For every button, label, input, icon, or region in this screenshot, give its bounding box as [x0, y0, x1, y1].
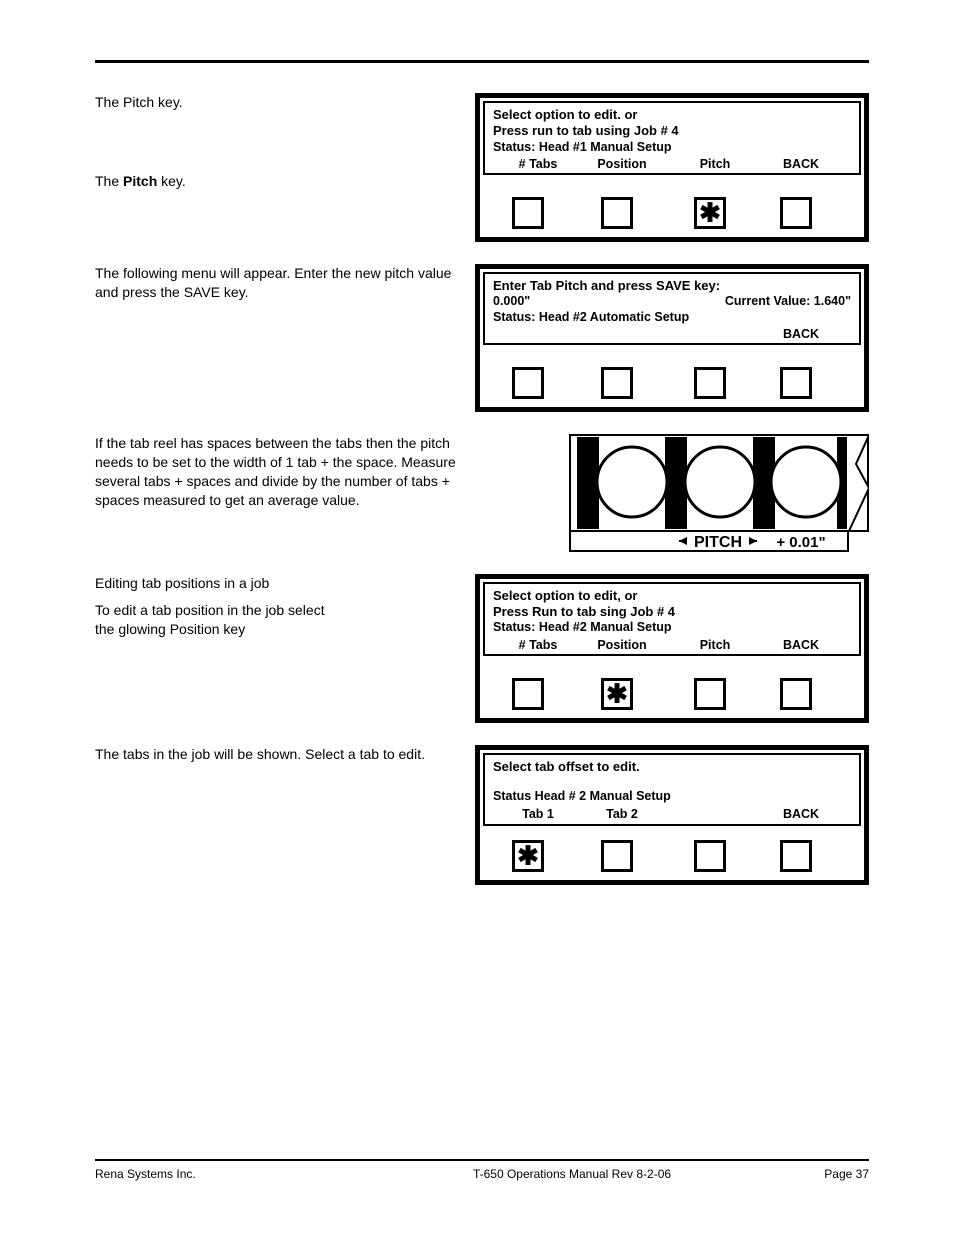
tab-offset-text: The tabs in the job will be shown. Selec… [95, 745, 475, 886]
diagram-offset-label: + 0.01" [776, 534, 825, 551]
pitch-diagram: PITCH + 0.01" [569, 434, 869, 552]
lcd1-line2: Press run to tab using Job # 4 [493, 123, 851, 139]
lcd3-buttons [480, 656, 864, 718]
lcd3-opt-tabs: # Tabs [493, 638, 575, 654]
lcd1-opt-back: BACK [761, 157, 841, 173]
lcd2-options: BACK [493, 327, 851, 343]
lcd-panel-1: Select option to edit. or Press run to t… [475, 93, 869, 242]
footer-left: Rena Systems Inc. [95, 1167, 355, 1181]
lcd2-line1: Enter Tab Pitch and press SAVE key: [493, 278, 851, 294]
pitch-word: Pitch [123, 173, 157, 189]
lcd1-btn-tabs[interactable] [512, 197, 544, 229]
lcd1-btn-position[interactable] [601, 197, 633, 229]
lcd-screen-2: Enter Tab Pitch and press SAVE key: 0.00… [483, 272, 861, 345]
footer-area: Rena Systems Inc. T-650 Operations Manua… [95, 1159, 869, 1181]
lcd-screen-3: Select option to edit, or Press Run to t… [483, 582, 861, 656]
lcd4-status: Status Head # 2 Manual Setup [493, 789, 851, 805]
edit-positions-l2: the glowing Position key [95, 620, 465, 639]
lcd4-options: Tab 1 Tab 2 BACK [493, 807, 851, 823]
row-pitch-intro: The Pitch key. The Pitch key. Select opt… [95, 93, 869, 242]
lcd3-btn-pitch[interactable] [694, 678, 726, 710]
pitch-average-text: If the tab reel has spaces between the t… [95, 434, 475, 552]
lcd2-btn-2[interactable] [601, 367, 633, 399]
lcd1-line1: Select option to edit. or [493, 107, 851, 123]
lcd2-btn-1[interactable] [512, 367, 544, 399]
lcd4-btn-tab1[interactable] [512, 840, 544, 872]
lcd1-opt-pitch: Pitch [669, 157, 761, 173]
lcd3-options: # Tabs Position Pitch BACK [493, 638, 851, 654]
footer: Rena Systems Inc. T-650 Operations Manua… [95, 1167, 869, 1181]
lcd2-btn-3[interactable] [694, 367, 726, 399]
lcd2-val-right: Current Value: 1.640" [725, 294, 851, 310]
edit-positions-head: Editing tab positions in a job [95, 574, 465, 593]
lcd3-btn-back[interactable] [780, 678, 812, 710]
lcd1-options: # Tabs Position Pitch BACK [493, 157, 851, 173]
lcd-screen-4: Select tab offset to edit. Status Head #… [483, 753, 861, 827]
diagram-pitch-label: PITCH [694, 534, 742, 551]
intro-text: The Pitch key. The Pitch key. [95, 93, 475, 242]
bottom-rule [95, 1159, 869, 1161]
lcd1-buttons [480, 175, 864, 237]
lcd1-btn-pitch[interactable] [694, 197, 726, 229]
lcd3-btn-position[interactable] [601, 678, 633, 710]
lcd2-status: Status: Head #2 Automatic Setup [493, 310, 851, 326]
lcd-panel-4: Select tab offset to edit. Status Head #… [475, 745, 869, 886]
lcd2-buttons [480, 345, 864, 407]
lcd4-opt-tab1: Tab 1 [493, 807, 575, 823]
lcd2-line2: 0.000" Current Value: 1.640" [493, 294, 851, 310]
lcd2-btn-back[interactable] [780, 367, 812, 399]
edit-positions-l1: To edit a tab position in the job select [95, 601, 465, 620]
lcd-panel-2: Enter Tab Pitch and press SAVE key: 0.00… [475, 264, 869, 412]
lcd4-line1: Select tab offset to edit. [493, 759, 851, 775]
lcd1-opt-tabs: # Tabs [493, 157, 575, 173]
lcd3-status: Status: Head #2 Manual Setup [493, 620, 851, 636]
lcd-screen-1: Select option to edit. or Press run to t… [483, 101, 861, 175]
lcd3-line1: Select option to edit, or [493, 588, 851, 604]
intro-note: The Pitch key. [95, 93, 465, 112]
enter-pitch-text: The following menu will appear. Enter th… [95, 264, 475, 412]
lcd4-opt-back: BACK [761, 807, 841, 823]
lcd3-opt-pitch: Pitch [669, 638, 761, 654]
lcd3-opt-position: Position [575, 638, 669, 654]
lcd1-status: Status: Head #1 Manual Setup [493, 140, 851, 156]
row-enter-pitch: The following menu will appear. Enter th… [95, 264, 869, 412]
footer-right: Page 37 [789, 1167, 869, 1181]
lcd3-opt-back: BACK [761, 638, 841, 654]
edit-positions-text: Editing tab positions in a job To edit a… [95, 574, 475, 723]
lcd4-btn-3[interactable] [694, 840, 726, 872]
lcd3-line2: Press Run to tab sing Job # 4 [493, 604, 851, 620]
lcd2-opt-back: BACK [761, 327, 841, 343]
lcd4-btn-back[interactable] [780, 840, 812, 872]
page: The Pitch key. The Pitch key. Select opt… [0, 0, 954, 1235]
lcd3-btn-tabs[interactable] [512, 678, 544, 710]
footer-center: T-650 Operations Manual Rev 8-2-06 [355, 1167, 789, 1181]
row-edit-positions: Editing tab positions in a job To edit a… [95, 574, 869, 723]
lcd1-opt-position: Position [575, 157, 669, 173]
top-rule [95, 60, 869, 63]
lcd1-btn-back[interactable] [780, 197, 812, 229]
lcd2-val-left: 0.000" [493, 294, 530, 310]
row-pitch-diagram: If the tab reel has spaces between the t… [95, 434, 869, 552]
lcd-panel-3: Select option to edit, or Press Run to t… [475, 574, 869, 723]
lcd4-buttons [480, 826, 864, 880]
lcd4-opt-tab2: Tab 2 [575, 807, 669, 823]
row-tab-offset: The tabs in the job will be shown. Selec… [95, 745, 869, 886]
lcd4-btn-tab2[interactable] [601, 840, 633, 872]
